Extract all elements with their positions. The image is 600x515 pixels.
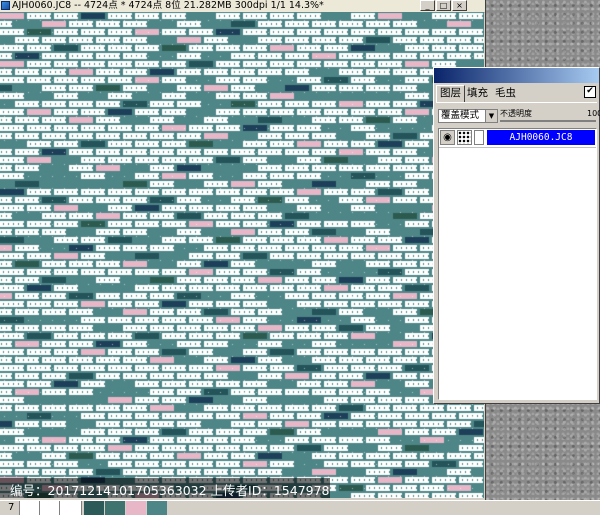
status-field — [20, 501, 40, 515]
color-swatch[interactable] — [105, 501, 125, 515]
layer-name[interactable]: AJH0060.JC8 — [487, 130, 595, 145]
layer-link-toggle[interactable] — [474, 130, 484, 145]
document-window[interactable]: AJH0060.JC8 -- 4724点 * 4724点 8位 21.282MB… — [0, 0, 486, 500]
layer-row[interactable]: ◉ AJH0060.JC8 — [439, 129, 596, 148]
close-button[interactable]: × — [452, 0, 467, 11]
tab-fill[interactable]: 填充 — [464, 86, 491, 101]
app-icon — [1, 1, 10, 10]
layer-list[interactable]: ◉ AJH0060.JC8 — [438, 128, 597, 400]
document-title: AJH0060.JC8 -- 4724点 * 4724点 8位 21.282MB… — [12, 0, 324, 11]
blend-mode-select[interactable]: 覆盖模式 ▼ — [438, 109, 498, 123]
minimize-button[interactable]: _ — [420, 0, 435, 11]
color-swatch[interactable] — [147, 501, 167, 515]
eye-icon[interactable]: ◉ — [440, 130, 455, 145]
blend-mode-value: 覆盖模式 — [441, 110, 480, 121]
color-swatch[interactable] — [84, 501, 104, 515]
maximize-button[interactable]: □ — [436, 0, 451, 11]
status-field — [40, 501, 60, 515]
tab-brush[interactable]: 毛虫 — [492, 86, 519, 101]
chevron-down-icon[interactable]: ▼ — [485, 110, 497, 122]
layers-panel-titlebar[interactable] — [434, 68, 599, 83]
watermark-bar: 编号：20171214101705363032 上传者ID：1547978 — [0, 478, 330, 498]
layer-thumbnail[interactable] — [457, 130, 472, 145]
status-value: 7 — [0, 501, 20, 515]
watermark-text: 编号：20171214101705363032 上传者ID：1547978 — [10, 483, 330, 498]
status-field — [60, 501, 82, 515]
opacity-label: 不透明度 — [500, 109, 532, 118]
tab-layers[interactable]: 图层 — [436, 85, 465, 103]
tab-divider — [436, 102, 597, 103]
color-swatch[interactable] — [126, 501, 146, 515]
image-canvas[interactable] — [0, 12, 484, 498]
panel-checkbox[interactable]: ✔ — [584, 86, 596, 98]
opacity-value: 100 — [587, 109, 600, 118]
status-bar: 7 — [0, 500, 600, 515]
opacity-slider[interactable] — [500, 120, 596, 122]
layers-panel[interactable]: 图层 填充 毛虫 ✔ 覆盖模式 ▼ 不透明度 100 ◉ AJH0060.JC8 — [433, 67, 600, 404]
